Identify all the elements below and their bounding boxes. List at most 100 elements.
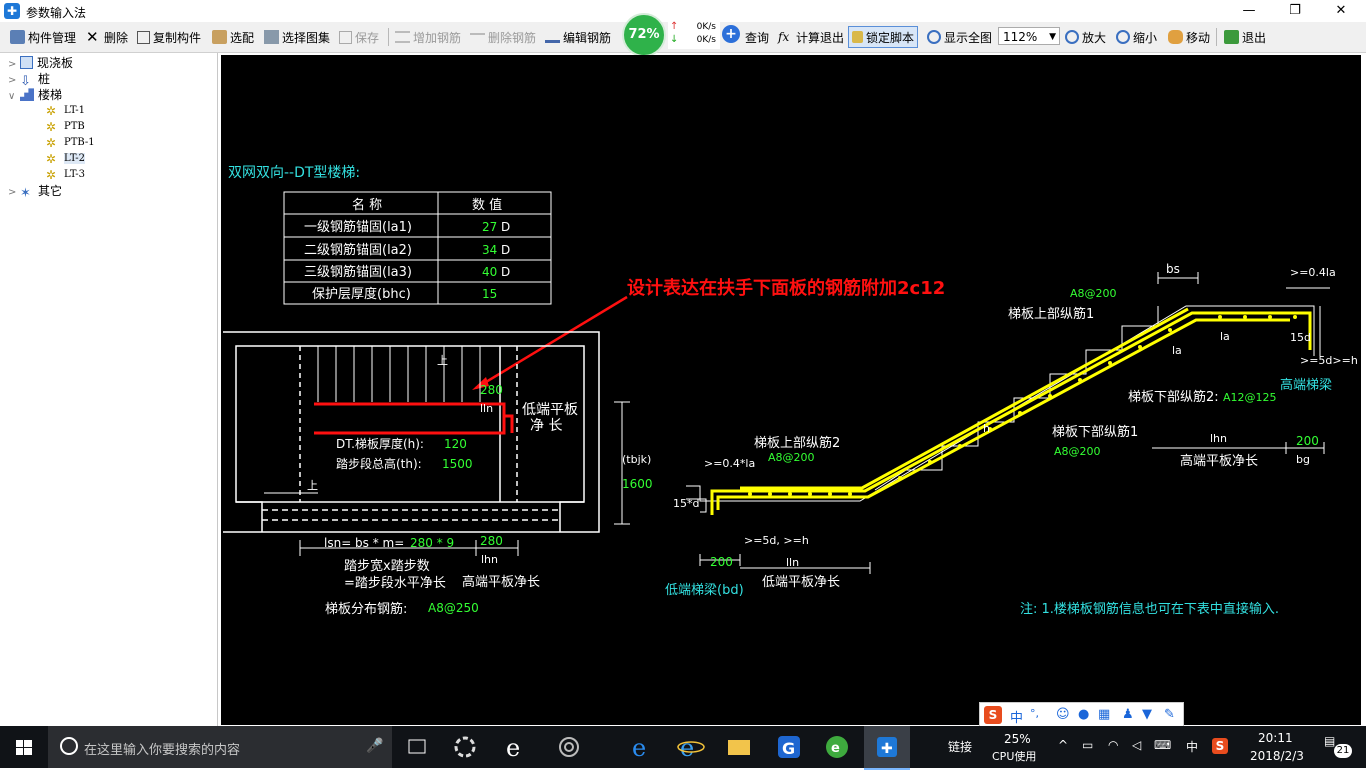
table-cell-name: 保护层厚度(bhc) [312,286,411,302]
component-manage-button[interactable]: 构件管理 [10,28,76,46]
rebar-app-icon[interactable]: ✚ [864,726,910,770]
spiral-app-icon[interactable] [546,726,592,768]
drawing-heading: 双网双向--DT型楼梯: [228,165,360,181]
choose-atlas-button[interactable]: 选择图集 [264,28,330,46]
close-button[interactable]: ✕ [1318,0,1364,22]
table-cell-name: 三级钢筋锚固(la3) [304,264,412,280]
network-monitor-widget[interactable]: 72% ↑ 0K/s ↓ 0K/s + [622,13,740,57]
microphone-icon[interactable]: 🎤 [366,738,383,754]
battery-icon[interactable]: ▭ [1082,738,1093,752]
select-button[interactable]: 选配 [212,28,254,46]
pinwheel-app-icon[interactable] [442,726,488,768]
search-placeholder: 在这里输入你要搜索的内容 [84,743,241,758]
section-bs-label: bs [1166,262,1180,276]
ime-punct[interactable]: °, [1030,707,1039,720]
start-button[interactable] [0,726,48,768]
volume-icon[interactable]: ◁ [1132,738,1141,752]
calc-exit-button[interactable]: fx 计算退出 [778,28,844,46]
tree-item-pile[interactable]: > ⇩ 桩 [8,71,50,89]
minimize-button[interactable]: — [1226,0,1272,22]
drawing-canvas[interactable]: 双网双向--DT型楼梯: 名 称 数 值 一级钢筋锚固(la1) 27 D 二级… [221,55,1361,725]
tree-item-ptb[interactable]: ✲ PTB [46,119,85,135]
svg-text:e: e [831,741,840,756]
chevron-up-icon[interactable]: ^ [1058,738,1068,752]
chevron-down-icon[interactable]: ∨ [8,89,20,105]
action-center-icon[interactable]: ▤ [1324,734,1335,748]
tree-item-ptb1[interactable]: ✲ PTB-1 [46,135,95,151]
ime-indicator[interactable]: 中 [1186,738,1198,755]
section-low-beam-width[interactable]: 200 [710,555,733,569]
exit-button[interactable]: 退出 [1224,28,1266,46]
keyboard-icon[interactable]: ⌨ [1154,738,1171,752]
browser-360-icon[interactable]: e [814,726,860,768]
section-h-label: h [983,422,990,435]
chevron-right-icon[interactable]: > [8,185,20,201]
file-explorer-icon[interactable] [716,726,762,768]
g-app-icon[interactable]: G [766,726,812,768]
plan-thickness-value[interactable]: 120 [444,437,467,451]
zoom-out-button[interactable]: 缩小 [1116,28,1157,46]
svg-text:e: e [680,734,694,762]
memory-usage-badge[interactable]: 72% [622,13,666,57]
section-lower-long-2-value[interactable]: A12@125 [1223,391,1277,404]
ime-mode[interactable]: 中 [1010,707,1023,726]
zoom-in-button[interactable]: 放大 [1065,28,1106,46]
skin-icon[interactable]: ▼ [1142,707,1152,722]
wifi-icon[interactable]: ◠ [1108,738,1118,752]
section-high-beam-width[interactable]: 200 [1296,434,1319,448]
copy-component-button[interactable]: 复制构件 [137,28,201,46]
lock-icon [852,31,863,43]
restore-button[interactable]: ❐ [1272,0,1318,22]
save-button[interactable]: 保存 [339,28,379,46]
tree-item-stair[interactable]: ∨ 楼梯 [8,87,62,103]
wrench-icon[interactable]: ✎ [1164,707,1175,722]
clock-date[interactable]: 2018/2/3 [1250,749,1304,763]
sogou-tray-icon[interactable]: S [1212,738,1228,754]
tree-item-lt3[interactable]: ✲ LT-3 [46,167,85,183]
tree-item-cast-slab[interactable]: > 现浇板 [8,55,73,71]
clock-time[interactable]: 20:11 [1258,731,1293,745]
ime-toolbar[interactable]: S 中 °, ☺ ● ▦ ♟ ▼ ✎ [979,702,1184,728]
add-rebar-button[interactable]: 增加钢筋 [395,28,461,46]
zoom-fit-icon [927,30,941,44]
delete-button[interactable]: ✕ 删除 [86,28,128,46]
table-cell-value[interactable]: 40 [482,265,497,279]
microphone-icon[interactable]: ● [1078,707,1089,722]
drawing-note: 注: 1.楼梯板钢筋信息也可在下表中直接输入. [1020,601,1279,617]
user-icon[interactable]: ♟ [1122,707,1134,722]
tree-item-lt1[interactable]: ✲ LT-1 [46,103,85,119]
tray-link-label[interactable]: 链接 [948,738,972,755]
tree-item-other[interactable]: > ✶ 其它 [8,183,62,201]
table-cell-value[interactable]: 27 [482,220,497,234]
edge-browser-icon[interactable]: e [494,726,540,768]
section-height-value[interactable]: 1600 [622,477,653,491]
table-cell-value[interactable]: 34 [482,243,497,257]
query-button[interactable]: 查询 [745,28,769,46]
tree-item-lt2[interactable]: ✲ LT-2 [46,151,85,167]
edit-rebar-button[interactable]: 编辑钢筋 [545,28,611,46]
plan-tread-width-2: 280 [480,534,503,548]
move-button[interactable]: 移动 [1168,28,1210,46]
toolbar-separator [1216,28,1217,46]
edge-pinned-icon[interactable]: e [620,726,666,768]
section-lower-long-1: 梯板下部纵筋1 [1052,424,1138,440]
plan-total-height-value[interactable]: 1500 [442,457,473,471]
plan-lsn-value[interactable]: 280 * 9 [410,536,454,550]
delete-rebar-button[interactable]: 删除钢筋 [470,28,536,46]
internet-explorer-icon[interactable]: e [668,726,714,768]
emoji-icon[interactable]: ☺ [1056,707,1070,722]
distribution-rebar-value[interactable]: A8@250 [428,601,479,615]
chevron-down-icon: ▼ [1049,32,1056,42]
show-all-button[interactable]: 显示全图 [927,28,992,46]
keyboard-icon[interactable]: ▦ [1098,707,1110,722]
table-cell-value[interactable]: 15 [482,287,497,301]
plan-high-flat-caption: 高端平板净长 [462,574,540,590]
svg-text:e: e [632,734,646,762]
task-view-icon[interactable] [394,726,440,768]
zoom-select[interactable]: 112% ▼ [998,27,1060,45]
plan-lsn-label: lsn= bs * m= [324,536,404,550]
search-box[interactable]: 在这里输入你要搜索的内容 🎤 [48,726,392,768]
lock-script-button[interactable]: 锁定脚本 [848,26,919,48]
accelerate-plus-icon[interactable]: + [722,25,740,43]
section-low-flat-label: 低端平板净长 [762,575,840,590]
